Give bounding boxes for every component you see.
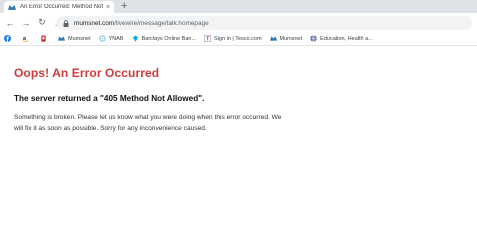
bookmark-label: Mumsnet [68, 35, 91, 42]
error-subtitle: The server returned a "405 Method Not Al… [14, 94, 205, 103]
bookmark-education-health[interactable]: Education, Health a... [310, 35, 373, 42]
mumsnet-icon [269, 36, 277, 41]
tesco-icon: T [204, 35, 212, 42]
bookmark-ynab[interactable]: YNAB [98, 35, 124, 42]
address-bar[interactable]: mumsnet.com/livewire/message/talk.homepa… [56, 16, 472, 30]
lock-icon[interactable] [63, 19, 69, 27]
url-text: mumsnet.com/livewire/message/talk.homepa… [74, 20, 209, 27]
bookmark-label: Mumsnet [279, 35, 303, 42]
bookmark-label: Barclays Online Ban... [141, 35, 197, 42]
bookmark-label: YNAB [108, 35, 124, 42]
bookmark-tesco[interactable]: T Sign in | Tesco.com [204, 35, 262, 42]
reload-button[interactable]: ↻ [36, 17, 48, 29]
mumsnet-icon [58, 36, 65, 41]
new-tab-button[interactable]: + [121, 0, 127, 13]
globe-icon [310, 35, 317, 42]
bookmark-facebook[interactable] [4, 35, 14, 42]
url-host: mumsnet.com [74, 19, 115, 27]
error-page-content: Oops! An Error Occurred The server retur… [14, 66, 469, 134]
mumsnet-favicon-icon [8, 4, 16, 10]
forward-button[interactable]: → [20, 17, 32, 29]
page-title: Oops! An Error Occurred [14, 66, 160, 80]
tab-title: An Error Occurred: Method Not A [20, 4, 103, 10]
back-button[interactable]: ← [4, 17, 16, 29]
amazon-icon: a [22, 36, 29, 42]
facebook-icon [4, 35, 11, 42]
barclays-icon [132, 35, 138, 42]
bookmark-mumsnet-2[interactable]: Mumsnet [269, 35, 303, 42]
error-message: Something is broken. Please let us know … [14, 114, 282, 132]
bookmark-mumsnet[interactable]: Mumsnet [58, 35, 91, 42]
ynab-icon [98, 35, 106, 42]
tab-close-icon[interactable]: × [106, 4, 110, 11]
tab-strip: An Error Occurred: Method Not A × + [0, 0, 477, 13]
bookmark-label: Sign in | Tesco.com [214, 35, 262, 42]
browser-toolbar: ← → ↻ ⌂ mumsnet.com/livewire/message/tal… [0, 13, 477, 32]
bookmark-red[interactable] [40, 35, 50, 42]
bookmark-icon-red [41, 35, 46, 42]
url-path: /livewire/message/talk.homepage [114, 19, 209, 27]
bookmark-amazon[interactable]: a [22, 35, 32, 42]
bookmarks-bar: a Mumsnet YNAB Barclays Online Ban... T … [0, 32, 477, 46]
tab-active[interactable]: An Error Occurred: Method Not A × [4, 1, 114, 13]
bookmark-barclays[interactable]: Barclays Online Ban... [132, 35, 196, 42]
bookmark-label: Education, Health a... [320, 35, 373, 42]
